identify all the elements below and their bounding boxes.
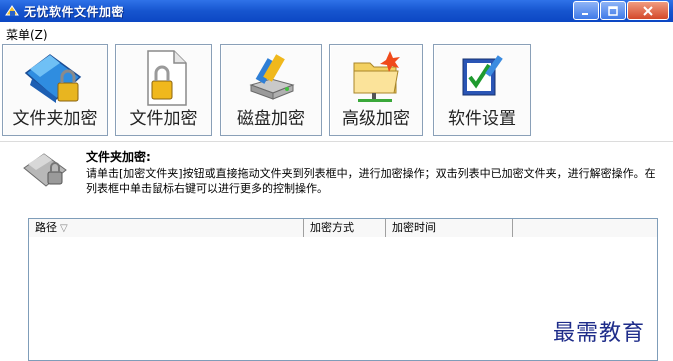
minimize-icon [582,12,588,15]
description-title: 文件夹加密: [86,150,151,164]
close-icon [643,5,653,16]
folder-lock-icon [24,54,82,103]
advanced-folder-icon [353,51,400,102]
watermark-text: 最需教育 [553,321,646,346]
column-header-time[interactable]: 加密时间 [386,219,513,237]
advanced-encrypt-label: 高级加密 [342,109,410,129]
sort-arrow-icon: ▽ [60,223,68,234]
window-title: 无忧软件文件加密 [24,4,125,19]
minimize-button[interactable] [573,1,599,20]
disk-lock-icon [249,54,295,100]
menu-item-main[interactable]: 菜单(Z) [6,26,48,43]
file-encrypt-button[interactable]: 文件加密 [115,44,212,136]
maximize-icon [608,5,618,16]
file-lock-icon [146,50,187,106]
settings-label: 软件设置 [448,109,516,129]
description-panel: 文件夹加密: 请单击[加密文件夹]按钮或直接拖动文件夹到列表框中，进行加密操作；… [0,142,673,208]
menu-bar: 菜单(Z) [0,22,673,42]
file-encrypt-label: 文件加密 [129,109,198,129]
column-time-label: 加密时间 [392,221,436,234]
column-path-label: 路径 [35,221,57,234]
list-header: 路径 ▽ 加密方式 加密时间 [29,219,657,237]
advanced-encrypt-button[interactable]: 高级加密 [329,44,423,136]
folder-encrypt-button[interactable]: 文件夹加密 [2,44,108,136]
column-method-label: 加密方式 [310,221,354,234]
column-header-path[interactable]: 路径 ▽ [29,219,304,237]
column-header-method[interactable]: 加密方式 [304,219,386,237]
folder-encrypt-label: 文件夹加密 [12,109,98,129]
disk-encrypt-button[interactable]: 磁盘加密 [220,44,322,136]
settings-button[interactable]: 软件设置 [433,44,531,136]
folder-lock-gray-icon [23,153,67,187]
disk-encrypt-label: 磁盘加密 [237,109,305,129]
title-bar[interactable]: 无忧软件文件加密 [0,0,673,22]
close-button[interactable] [627,1,669,20]
maximize-button[interactable] [600,1,626,20]
app-icon [5,5,19,16]
column-header-extra[interactable] [513,219,657,237]
toolbar: 文件夹加密 文件加密 磁盘加密 高级加密 软件设置 [0,42,673,142]
settings-check-icon [462,55,503,96]
description-text: 请单击[加密文件夹]按钮或直接拖动文件夹到列表框中，进行加密操作；双击列表中已加… [86,167,656,195]
window-controls [572,1,669,20]
